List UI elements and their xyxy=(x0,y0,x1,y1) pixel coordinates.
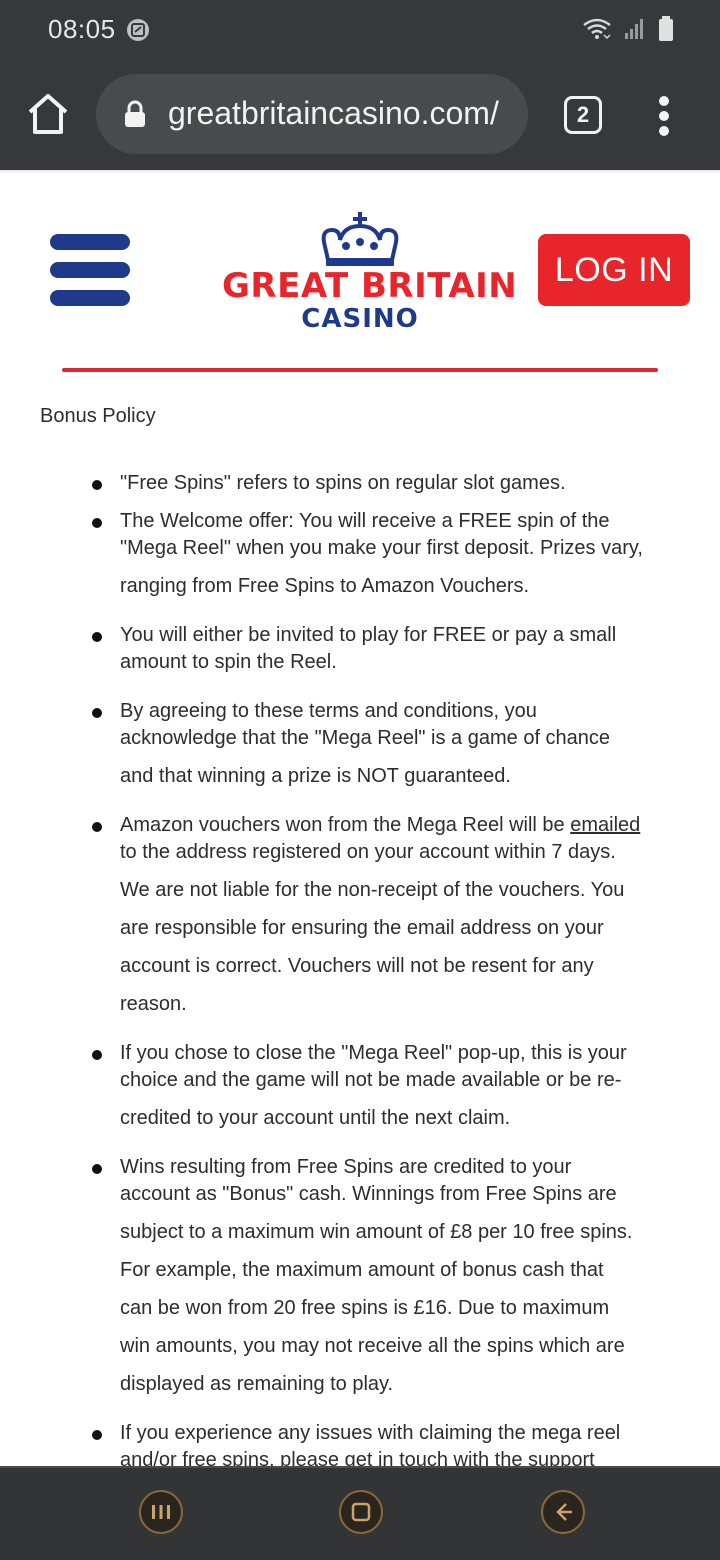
list-item-text: For example, the maximum amount of bonus… xyxy=(120,1259,604,1281)
home-nav-icon[interactable] xyxy=(339,1490,383,1534)
bonus-policy-content: Bonus Policy "Free Spins" refers to spin… xyxy=(0,380,720,1466)
list-item-text: to the address registered on your accoun… xyxy=(120,841,616,863)
header-divider xyxy=(62,368,658,372)
list-item-text: "Mega Reel" when you make your first dep… xyxy=(120,537,643,559)
site-logo[interactable]: GREAT BRITAIN CASINO xyxy=(222,210,518,334)
list-item-text: credited to your account until the next … xyxy=(120,1107,511,1129)
wifi-icon xyxy=(583,18,611,40)
url-text: greatbritaincasino.com/ xyxy=(168,95,499,131)
list-item-text: can be won from 20 free spins is £16. Du… xyxy=(120,1297,610,1319)
list-item-text: and/or free spins, please get in touch w… xyxy=(120,1449,595,1466)
list-item-text: account as "Bonus" cash. Winnings from F… xyxy=(120,1183,617,1205)
signal-icon xyxy=(625,19,643,39)
battery-icon xyxy=(659,16,673,41)
back-icon[interactable] xyxy=(541,1490,585,1534)
list-item-text: Wins resulting from Free Spins are credi… xyxy=(120,1156,572,1178)
logo-line1: GREAT BRITAIN xyxy=(222,266,518,306)
login-button[interactable]: LOG IN xyxy=(538,234,690,306)
list-item-text: "Free Spins" refers to spins on regular … xyxy=(120,472,566,494)
list-item: If you chose to close the "Mega Reel" po… xyxy=(92,1042,650,1138)
site-header: GREAT BRITAIN CASINO LOG IN xyxy=(0,170,720,380)
list-item-text: By agreeing to these terms and condition… xyxy=(120,700,537,722)
status-bar: 08:05 xyxy=(0,0,720,60)
tab-switcher-button[interactable]: 2 xyxy=(564,96,602,134)
list-item-text: If you experience any issues with claimi… xyxy=(120,1422,621,1444)
screenshot-icon xyxy=(127,19,149,41)
address-bar[interactable]: greatbritaincasino.com/ xyxy=(96,74,528,154)
home-icon[interactable] xyxy=(24,90,72,138)
list-item-text: The Welcome offer: You will receive a FR… xyxy=(120,510,610,532)
browser-toolbar: greatbritaincasino.com/ 2 xyxy=(0,60,720,170)
list-item-text: reason. xyxy=(120,993,187,1015)
more-vert-icon[interactable] xyxy=(652,96,676,136)
list-item: Wins resulting from Free Spins are credi… xyxy=(92,1156,650,1406)
crown-icon xyxy=(321,212,399,266)
list-item-text: ranging from Free Spins to Amazon Vouche… xyxy=(120,575,530,597)
list-item-text: and that winning a prize is NOT guarante… xyxy=(120,765,511,787)
hamburger-menu-icon[interactable] xyxy=(50,234,130,306)
list-item-text: subject to a maximum win amount of £8 pe… xyxy=(120,1221,633,1243)
list-item: By agreeing to these terms and condition… xyxy=(92,700,650,796)
list-item: You will either be invited to play for F… xyxy=(92,624,650,682)
recents-icon[interactable] xyxy=(139,1490,183,1534)
logo-line2: CASINO xyxy=(301,304,419,334)
page-title: Bonus Policy xyxy=(40,405,156,427)
list-item: The Welcome offer: You will receive a FR… xyxy=(92,510,650,606)
list-item-text: If you chose to close the "Mega Reel" po… xyxy=(120,1042,627,1064)
list-item-text: choice and the game will not be made ava… xyxy=(120,1069,622,1091)
list-item-text: win amounts, you may not receive all the… xyxy=(120,1335,625,1357)
list-item-text: We are not liable for the non-receipt of… xyxy=(120,879,625,901)
list-item-text: displayed as remaining to play. xyxy=(120,1373,394,1395)
list-item: Amazon vouchers won from the Mega Reel w… xyxy=(92,814,650,1015)
list-item-text: amount to spin the Reel. xyxy=(120,651,337,673)
status-icons xyxy=(582,16,674,42)
list-item: If you experience any issues with claimi… xyxy=(92,1422,650,1466)
status-time: 08:05 xyxy=(48,14,116,44)
list-item-text: account is correct. Vouchers will not be… xyxy=(120,955,594,977)
list-item-text: acknowledge that the "Mega Reel" is a ga… xyxy=(120,727,611,749)
list-item-text: are responsible for ensuring the email a… xyxy=(120,917,604,939)
emailed-link[interactable]: emailed xyxy=(570,814,640,836)
lock-icon xyxy=(125,100,145,127)
list-item-text: You will either be invited to play for F… xyxy=(120,624,617,646)
list-item: "Free Spins" refers to spins on regular … xyxy=(92,472,650,502)
list-item-text: Amazon vouchers won from the Mega Reel w… xyxy=(120,814,571,836)
system-nav-bar xyxy=(0,1466,720,1560)
